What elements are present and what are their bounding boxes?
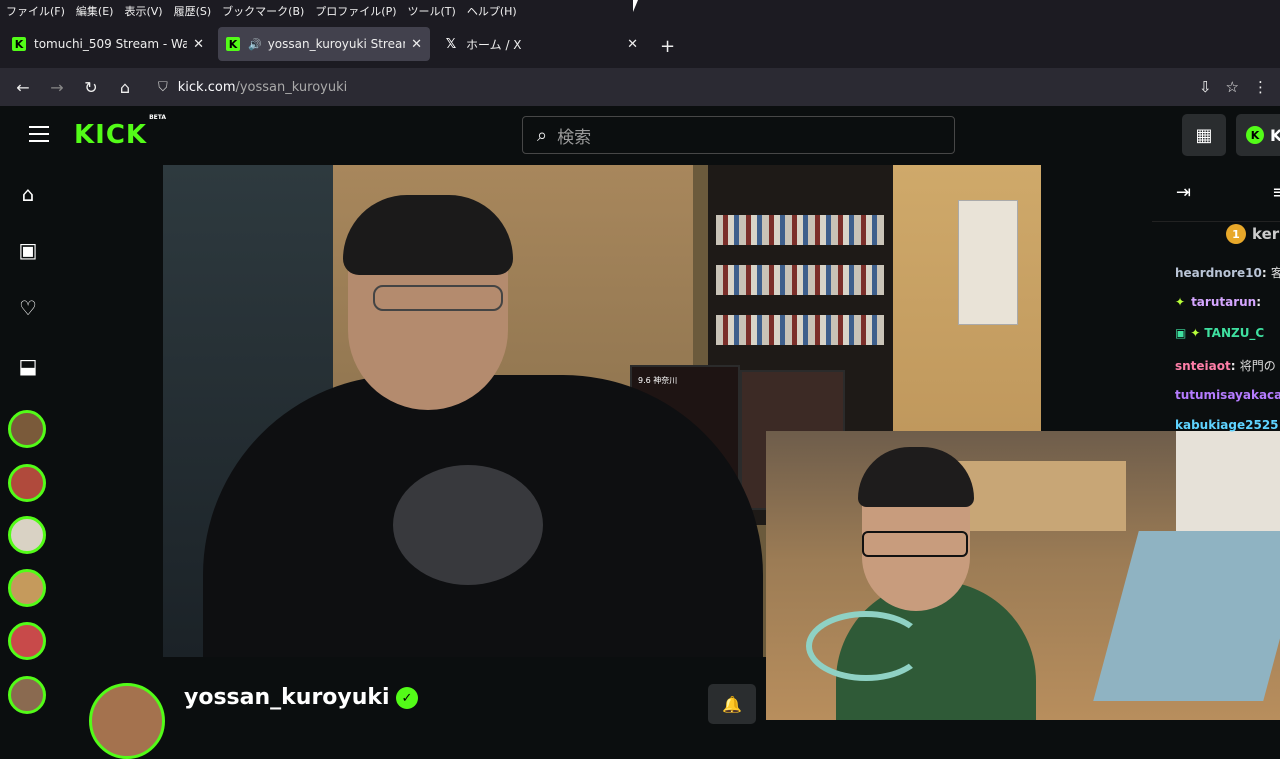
browse-button[interactable]: ▦ <box>1182 114 1226 156</box>
heart-icon[interactable]: ♡ <box>16 296 40 320</box>
streamer-glasses <box>373 285 503 311</box>
left-sidebar: ⌂ ▣ ♡ ⬓ <box>0 164 54 720</box>
chat-text: 将門の <box>1239 359 1276 373</box>
followed-channel-avatar[interactable] <box>8 516 46 554</box>
tab-bar: K tomuchi_509 Stream - Watch Li ✕ K 🔊 yo… <box>0 22 1280 68</box>
home-icon[interactable]: ⌂ <box>16 182 40 206</box>
home-icon[interactable]: ⌂ <box>108 78 142 97</box>
channel-info-bar: yossan_kuroyuki ✓ 🔔 <box>54 657 766 759</box>
channel-name[interactable]: yossan_kuroyuki <box>184 685 390 710</box>
menu-tools[interactable]: ツール(T) <box>408 3 456 19</box>
chat-message: ✦ tarutarun: <box>1175 295 1262 309</box>
chat-message: ▣ ✦ TANZU_C <box>1175 326 1264 340</box>
followed-channel-avatar[interactable] <box>8 464 46 502</box>
channel-avatar[interactable] <box>89 683 165 759</box>
coin-badge-icon: 1 <box>1226 224 1246 244</box>
browse-grid-icon: ▦ <box>1195 124 1213 146</box>
sparkle-badge-icon: ✦ <box>1190 326 1201 340</box>
shirt-print <box>393 465 543 585</box>
chat-username[interactable]: heardnore10 <box>1175 266 1262 280</box>
kick-favicon-icon: K <box>12 37 26 51</box>
chat-message: tutumisayakaca <box>1175 388 1280 402</box>
menu-file[interactable]: ファイル(F) <box>6 3 65 19</box>
close-icon[interactable]: ✕ <box>193 37 204 52</box>
beta-badge: BETA <box>149 114 167 122</box>
account-button[interactable]: KK <box>1236 114 1280 156</box>
hamburger-menu-icon[interactable] <box>29 126 49 142</box>
kick-favicon-icon: K <box>226 37 240 51</box>
tab-title: ホーム / X <box>466 37 522 52</box>
browse-icon[interactable]: ▣ <box>16 238 40 262</box>
tab-yossan[interactable]: K 🔊 yossan_kuroyuki Stream - V ✕ <box>218 27 430 61</box>
chat-settings-icon[interactable]: ≡ <box>1272 182 1280 203</box>
url-path: /yossan_kuroyuki <box>235 79 348 95</box>
sparkle-badge-icon: ✦ <box>1175 295 1186 309</box>
navigation-bar: ← → ↻ ⌂ ⛉ kick.com /yossan_kuroyuki ⇩ ☆ … <box>0 68 1280 106</box>
pip-person-glasses <box>862 531 968 557</box>
menu-help[interactable]: ヘルプ(H) <box>467 3 517 19</box>
search-placeholder: 検索 <box>557 127 592 148</box>
chat-message: snteiaot: 将門の <box>1175 359 1276 373</box>
new-tab-plus-icon[interactable]: + <box>660 36 675 57</box>
video-poster <box>958 200 1018 325</box>
picture-in-picture-video[interactable] <box>766 431 1280 720</box>
tab-title: yossan_kuroyuki Stream - V <box>267 37 405 51</box>
menu-profile[interactable]: プロファイル(P) <box>315 3 396 19</box>
pinned-name: ker <box>1252 225 1280 243</box>
chat-message: heardnore10: 客 <box>1175 264 1280 281</box>
tab-title: tomuchi_509 Stream - Watch Li <box>34 37 188 51</box>
chat-username[interactable]: tarutarun <box>1191 295 1256 309</box>
tab-tomuchi[interactable]: K tomuchi_509 Stream - Watch Li ✕ <box>4 27 212 61</box>
chat-panel: ⇥ ≡ 1 ker heardnore10: 客 ✦ tarutarun: ▣ ✦ T… <box>1152 164 1280 432</box>
chat-username[interactable]: snteiaot <box>1175 359 1231 373</box>
bookmark-star-icon[interactable]: ☆ <box>1226 78 1239 96</box>
save-to-pocket-icon[interactable]: ⇩ <box>1199 78 1212 96</box>
close-icon[interactable]: ✕ <box>627 37 638 52</box>
followed-channel-avatar[interactable] <box>8 676 46 714</box>
shield-icon: ⛉ <box>158 79 168 95</box>
kick-header: KICKBETA ⌕ 検索 ▦ KK <box>0 106 1280 164</box>
reload-icon[interactable]: ↻ <box>74 78 108 97</box>
close-icon[interactable]: ✕ <box>411 37 422 52</box>
streamer-hair <box>343 195 513 275</box>
download-tray-icon[interactable]: ⬓ <box>16 354 40 378</box>
logo-text: KICK <box>74 120 148 150</box>
search-input[interactable]: ⌕ 検索 <box>522 116 955 154</box>
chat-message: kabukiage2525 <box>1175 418 1279 432</box>
followed-channel-avatar[interactable] <box>8 410 46 448</box>
bell-icon: 🔔 <box>722 694 742 714</box>
search-icon: ⌕ <box>537 124 548 146</box>
pinned-gifter: 1 ker <box>1226 224 1279 244</box>
menu-edit[interactable]: 編集(E) <box>76 3 114 19</box>
back-arrow-icon[interactable]: ← <box>6 78 40 97</box>
chat-text: 客 <box>1270 266 1280 280</box>
account-label: K <box>1270 125 1280 145</box>
menu-view[interactable]: 表示(V) <box>124 3 162 19</box>
followed-channel-avatar[interactable] <box>8 569 46 607</box>
mouse-cursor-icon <box>633 0 643 12</box>
pip-tube <box>806 611 926 681</box>
verified-check-icon: ✓ <box>396 687 418 709</box>
followed-channel-avatar[interactable] <box>8 622 46 660</box>
notification-bell-button[interactable]: 🔔 <box>708 684 756 724</box>
menu-bookmarks[interactable]: ブックマーク(B) <box>222 3 304 19</box>
collapse-chat-icon[interactable]: ⇥ <box>1176 182 1191 203</box>
chat-username[interactable]: kabukiage2525 <box>1175 418 1279 432</box>
chat-username[interactable]: tutumisayakaca <box>1175 388 1280 402</box>
speaker-icon[interactable]: 🔊 <box>248 38 262 51</box>
chat-header: ⇥ ≡ <box>1152 164 1280 222</box>
og-badge-icon: ▣ <box>1175 326 1187 340</box>
menu-history[interactable]: 履歴(S) <box>174 3 212 19</box>
chat-username[interactable]: TANZU_C <box>1204 326 1264 340</box>
url-host: kick.com <box>177 79 236 95</box>
x-favicon-icon: 𝕏 <box>445 36 457 52</box>
tab-x-home[interactable]: 𝕏 ホーム / X ✕ <box>436 27 646 61</box>
kick-coin-icon: K <box>1246 126 1264 144</box>
address-bar[interactable]: ⛉ kick.com /yossan_kuroyuki <box>150 72 1180 102</box>
forward-arrow-icon[interactable]: → <box>40 78 74 97</box>
more-menu-icon[interactable]: ⋮ <box>1253 78 1268 96</box>
kick-logo[interactable]: KICKBETA <box>74 114 166 150</box>
poster-text: 9.6 神奈川 <box>638 376 678 385</box>
